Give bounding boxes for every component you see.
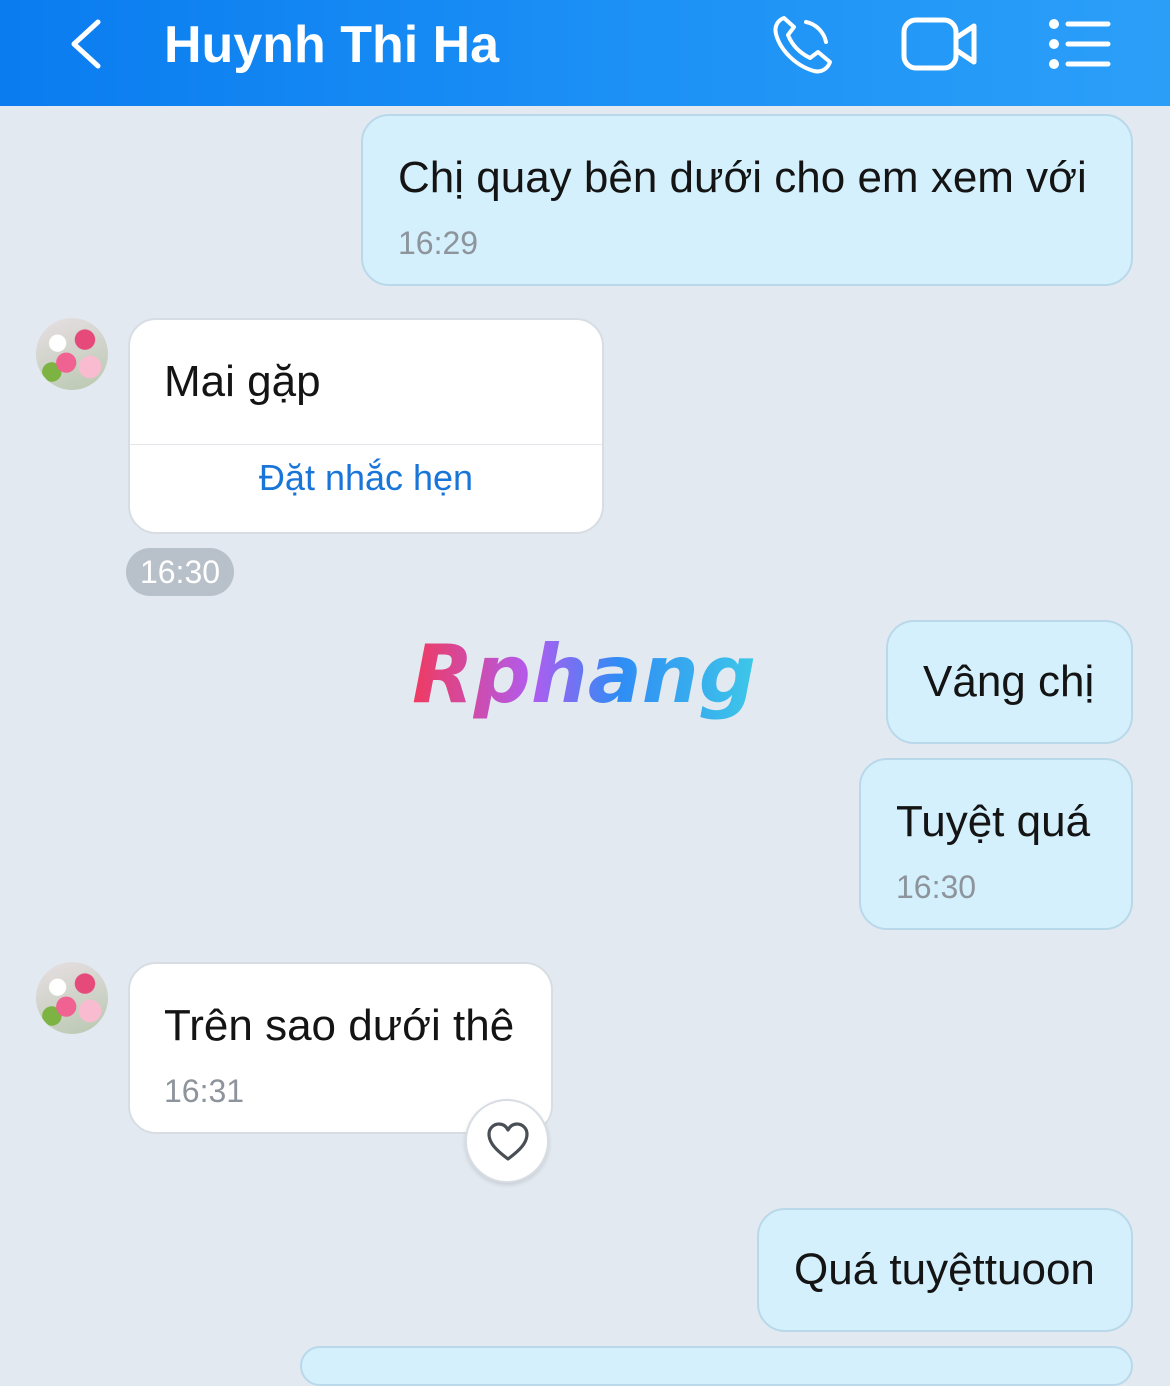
svg-text:Rphang: Rphang	[412, 628, 756, 721]
message-bubble-partial[interactable]	[300, 1346, 1133, 1386]
message-bubble[interactable]: Chị quay bên dưới cho em xem với 16:29	[361, 114, 1133, 286]
message-text: Tuyệt quá	[896, 797, 1091, 846]
video-call-icon[interactable]	[900, 14, 980, 74]
message-text: Quá tuyệttuoon	[794, 1245, 1095, 1294]
message-time: 16:29	[398, 225, 479, 261]
message-bubble[interactable]: Tuyệt quá 16:30	[859, 758, 1133, 930]
message-time-badge: 16:30	[126, 548, 234, 596]
set-reminder-link[interactable]: Đặt nhắc hẹn	[130, 456, 602, 500]
divider	[130, 444, 602, 445]
message-time: 16:30	[896, 869, 977, 905]
message-bubble[interactable]: Quá tuyệttuoon	[757, 1208, 1133, 1332]
menu-icon[interactable]	[1046, 14, 1112, 74]
avatar[interactable]	[36, 318, 108, 390]
message-text: Vâng chị	[923, 657, 1095, 706]
watermark-logo: Rphang	[412, 628, 756, 721]
message-text: Chị quay bên dưới cho em xem với	[398, 153, 1087, 202]
avatar[interactable]	[36, 962, 108, 1034]
message-bubble[interactable]: Vâng chị	[886, 620, 1133, 744]
heart-icon	[487, 1122, 529, 1161]
chat-header: Huynh Thi Ha	[0, 0, 1170, 106]
message-text: Mai gặp	[164, 357, 321, 406]
phone-icon[interactable]	[770, 14, 834, 76]
message-text: Trên sao dưới thê	[164, 1001, 515, 1050]
contact-name[interactable]: Huynh Thi Ha	[164, 14, 499, 76]
back-icon[interactable]	[60, 16, 116, 72]
reaction-button[interactable]	[465, 1099, 549, 1183]
message-time: 16:31	[164, 1073, 245, 1109]
message-bubble[interactable]: Mai gặp Đặt nhắc hẹn	[128, 318, 604, 534]
